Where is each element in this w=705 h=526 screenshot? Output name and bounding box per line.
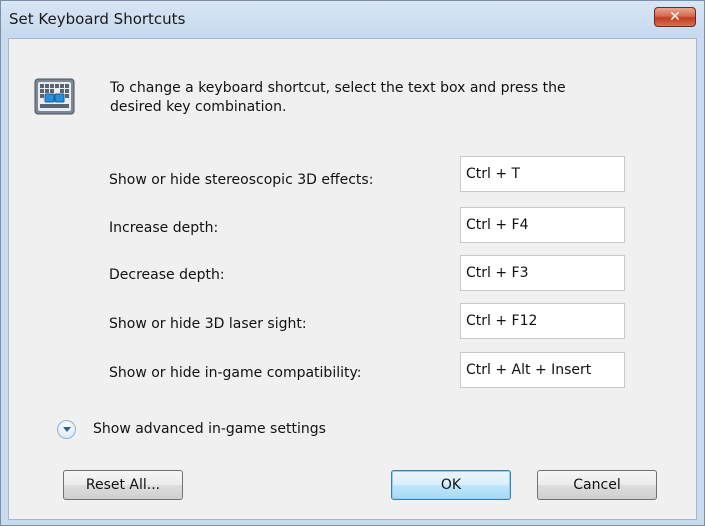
chevron-down-icon: [57, 420, 76, 439]
dialog-content: To change a keyboard shortcut, select th…: [8, 38, 697, 520]
laser-sight-shortcut-field[interactable]: Ctrl + F12: [460, 303, 625, 339]
increase-depth-shortcut-field[interactable]: Ctrl + F4: [460, 207, 625, 243]
dialog-window: Set Keyboard Shortcuts ✕ To change a key…: [0, 0, 705, 526]
compatibility-shortcut-field[interactable]: Ctrl + Alt + Insert: [460, 352, 625, 388]
cancel-button[interactable]: Cancel: [537, 470, 657, 500]
advanced-settings-label: Show advanced in-game settings: [93, 421, 326, 437]
reset-all-button[interactable]: Reset All...: [63, 470, 183, 500]
keyboard-icon: [34, 78, 75, 115]
laser-sight-label: Show or hide 3D laser sight:: [109, 316, 307, 332]
decrease-depth-label: Decrease depth:: [109, 267, 225, 283]
instructions-text: To change a keyboard shortcut, select th…: [110, 80, 566, 115]
compatibility-label: Show or hide in-game compatibility:: [109, 365, 362, 381]
stereo-3d-label: Show or hide stereoscopic 3D effects:: [109, 172, 374, 188]
increase-depth-label: Increase depth:: [109, 220, 219, 236]
close-button[interactable]: ✕: [654, 7, 696, 27]
close-icon: ✕: [669, 9, 681, 25]
title-bar[interactable]: Set Keyboard Shortcuts ✕: [1, 1, 704, 38]
window-title: Set Keyboard Shortcuts: [9, 10, 186, 28]
ok-button[interactable]: OK: [391, 470, 511, 500]
stereo-3d-shortcut-field[interactable]: Ctrl + T: [460, 156, 625, 192]
decrease-depth-shortcut-field[interactable]: Ctrl + F3: [460, 255, 625, 291]
